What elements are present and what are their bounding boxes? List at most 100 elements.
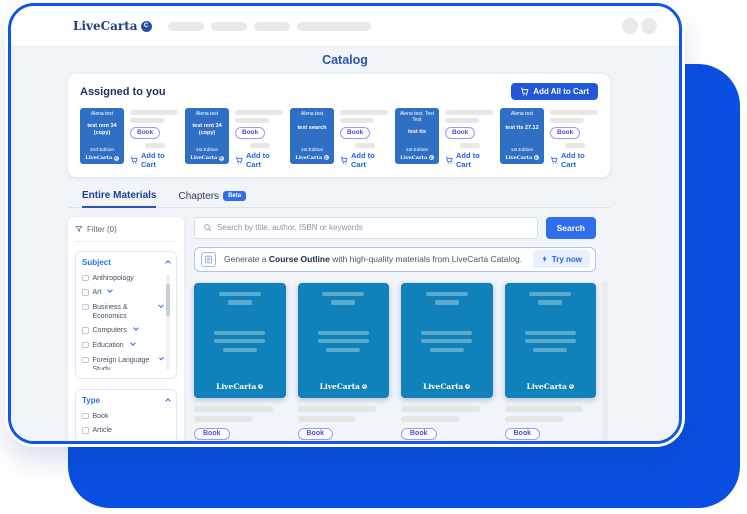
text-placeholder	[130, 110, 178, 115]
filter-option[interactable]: Anthropology	[82, 274, 163, 283]
text-placeholder	[130, 118, 164, 123]
book-type-badge: Book	[194, 428, 230, 441]
book-cover[interactable]: Alena test, Test Test test tts 1st Editi…	[395, 108, 439, 164]
checkbox[interactable]	[82, 327, 89, 334]
livecarta-logo-mark-icon: C	[114, 156, 119, 161]
chevron-down-icon[interactable]	[130, 340, 136, 346]
book-cover[interactable]: LiveCartaC	[401, 283, 493, 398]
checkbox[interactable]	[82, 289, 89, 296]
catalog-scrollbar[interactable]	[602, 281, 608, 442]
book-type-badge: Book	[340, 127, 370, 139]
try-now-button[interactable]: Try now	[533, 250, 590, 268]
book-cover[interactable]: LiveCartaC	[298, 283, 390, 398]
filter-toggle[interactable]: Filter (0)	[75, 225, 177, 242]
page: LiveCarta C Catalog Assigned to you	[0, 0, 747, 514]
assigned-item: Alena test test tts 27.12 1st Edition Li…	[500, 108, 598, 169]
book-cover[interactable]: Alena test test search 1st Edition LiveC…	[290, 108, 334, 164]
text-placeholder	[401, 416, 460, 422]
search-input[interactable]	[217, 223, 529, 232]
avatar[interactable]	[641, 18, 657, 34]
text-placeholder	[550, 118, 584, 123]
filter-option[interactable]: Book	[82, 412, 163, 421]
assigned-section-title: Assigned to you	[80, 86, 166, 98]
checkbox[interactable]	[82, 413, 89, 420]
text-placeholder	[355, 143, 374, 148]
filter-option[interactable]: Education	[82, 341, 163, 350]
text-placeholder	[194, 406, 273, 412]
subject-scrollbar[interactable]	[166, 274, 170, 370]
avatar[interactable]	[622, 18, 638, 34]
chevron-up-icon	[165, 260, 171, 266]
livecarta-logo-mark-icon: C	[534, 155, 539, 160]
banner-text: Generate a Course Outline with high-qual…	[224, 254, 525, 264]
browser-window: LiveCarta C Catalog Assigned to you	[8, 3, 682, 444]
catalog-item: LiveCartaC Book	[194, 283, 286, 442]
filter-option[interactable]: Computers	[82, 326, 163, 335]
filter-option[interactable]: Foreign Language Study	[82, 356, 163, 370]
livecarta-logo-mark-icon: C	[569, 384, 574, 389]
book-cover[interactable]: LiveCartaC	[194, 283, 286, 398]
checkbox[interactable]	[82, 304, 89, 311]
text-placeholder	[565, 143, 584, 148]
cart-icon	[340, 156, 348, 164]
checkbox[interactable]	[82, 275, 89, 282]
text-placeholder	[445, 110, 493, 115]
content-area: Assigned to you Add All to Cart Alena te…	[68, 74, 610, 441]
tab-chapters[interactable]: Chapters Beta	[178, 191, 246, 207]
text-placeholder	[194, 416, 253, 422]
filter-option[interactable]: Business & Economics	[82, 303, 163, 321]
scrollbar-thumb[interactable]	[166, 284, 170, 316]
search-button[interactable]: Search	[546, 217, 596, 239]
book-type-badge: Book	[235, 127, 265, 139]
assigned-to-you-card: Assigned to you Add All to Cart Alena te…	[68, 74, 610, 177]
book-type-badge: Book	[505, 428, 541, 441]
filter-section-type: Type Book Article Bundle Course outline …	[75, 389, 177, 442]
nav-item-placeholder[interactable]	[168, 22, 204, 31]
livecarta-logo-mark-icon: C	[429, 155, 434, 160]
assigned-item: Alena test test rent 34 (copy) 2nd Editi…	[80, 108, 178, 169]
beta-badge: Beta	[223, 191, 246, 201]
checkbox[interactable]	[82, 427, 89, 434]
assigned-item: Alena test, Test Test test tts 1st Editi…	[395, 108, 493, 169]
add-to-cart-link[interactable]: Add to Cart	[445, 151, 493, 169]
add-to-cart-link[interactable]: Add to Cart	[130, 151, 178, 169]
add-to-cart-link[interactable]: Add to Cart	[340, 151, 388, 169]
type-section-toggle[interactable]: Type	[82, 396, 170, 405]
nav-item-placeholder[interactable]	[297, 22, 371, 31]
book-cover[interactable]: LiveCartaC	[505, 283, 597, 398]
add-all-to-cart-button[interactable]: Add All to Cart	[511, 83, 598, 100]
assigned-items-row: Alena test test rent 34 (copy) 2nd Editi…	[80, 108, 598, 169]
lightning-icon	[541, 255, 549, 263]
add-to-cart-link[interactable]: Add to Cart	[235, 151, 283, 169]
assigned-item: Alena test test search 1st Edition LiveC…	[290, 108, 388, 169]
top-navigation-bar: LiveCarta C	[11, 6, 679, 46]
materials-tabs: Entire Materials Chapters Beta	[68, 190, 610, 208]
livecarta-logo-mark-icon: C	[324, 155, 329, 160]
text-placeholder	[505, 416, 564, 422]
filter-option[interactable]: Art	[82, 288, 163, 297]
page-title: Catalog	[11, 53, 679, 67]
chevron-down-icon[interactable]	[108, 287, 114, 293]
checkbox[interactable]	[82, 357, 89, 364]
nav-item-placeholder[interactable]	[211, 22, 247, 31]
chevron-down-icon[interactable]	[133, 326, 139, 332]
nav-item-placeholder[interactable]	[254, 22, 290, 31]
book-cover[interactable]: Alena test test rent 34 (copy) 2nd Editi…	[80, 108, 124, 164]
text-placeholder	[340, 118, 374, 123]
chevron-down-icon[interactable]	[159, 355, 164, 360]
checkbox[interactable]	[82, 342, 89, 349]
add-to-cart-link[interactable]: Add to Cart	[550, 151, 598, 169]
cart-icon	[550, 156, 558, 164]
book-cover[interactable]: Alena test test rent 34 (copy) 1st Editi…	[185, 108, 229, 164]
book-cover[interactable]: Alena test test tts 27.12 1st Edition Li…	[500, 108, 544, 164]
subject-section-toggle[interactable]: Subject	[82, 258, 170, 267]
livecarta-logo-mark-icon: C	[141, 21, 152, 32]
book-type-badge: Book	[401, 428, 437, 441]
text-placeholder	[505, 406, 584, 412]
search-icon	[203, 223, 212, 232]
catalog-main: Search Generate a Course Outline with hi…	[194, 217, 610, 442]
chevron-down-icon[interactable]	[159, 302, 164, 307]
search-box	[194, 217, 538, 239]
tab-entire-materials[interactable]: Entire Materials	[82, 190, 156, 208]
filter-option[interactable]: Article	[82, 426, 163, 435]
